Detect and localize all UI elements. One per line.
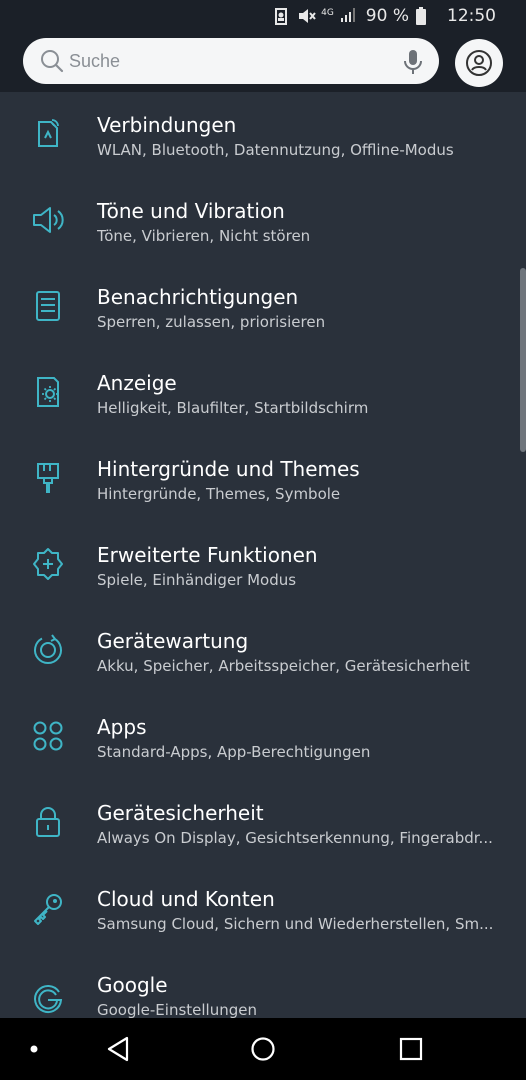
item-subtitle: Standard-Apps, App-Berechtigungen — [97, 743, 371, 761]
mute-icon — [297, 7, 316, 25]
item-subtitle: Google-Einstellungen — [97, 1001, 257, 1018]
navigation-bar — [0, 1018, 526, 1080]
item-title: Benachrichtigungen — [97, 285, 299, 309]
microphone-icon[interactable] — [403, 49, 423, 75]
brush-icon — [30, 460, 66, 496]
search-icon — [41, 50, 64, 73]
search-input[interactable]: Suche — [23, 38, 439, 84]
battery-percent: 90 % — [365, 6, 409, 26]
item-title: Anzeige — [97, 371, 177, 395]
account-icon — [466, 50, 492, 76]
settings-list: Verbindungen WLAN, Bluetooth, Datennutzu… — [0, 92, 526, 1018]
nav-dot-icon[interactable] — [24, 1018, 44, 1080]
settings-item-cloud-accounts[interactable]: Cloud und Konten Samsung Cloud, Sichern … — [0, 866, 526, 952]
key-icon — [30, 890, 66, 926]
signal-icon — [340, 7, 358, 25]
item-subtitle: Töne, Vibrieren, Nicht stören — [97, 227, 311, 245]
settings-item-device-care[interactable]: Gerätewartung Akku, Speicher, Arbeitsspe… — [0, 608, 526, 694]
notifications-icon — [30, 288, 66, 324]
advanced-features-icon — [30, 546, 66, 582]
settings-item-themes[interactable]: Hintergründe und Themes Hintergründe, Th… — [0, 436, 526, 522]
status-bar: 4G 90 % 12:50 — [0, 0, 526, 32]
item-title: Cloud und Konten — [97, 887, 275, 911]
google-icon — [30, 980, 66, 1016]
network-type: 4G — [321, 7, 334, 18]
settings-item-apps[interactable]: Apps Standard-Apps, App-Berechtigungen — [0, 694, 526, 780]
recents-icon[interactable] — [393, 1018, 429, 1080]
item-subtitle: Samsung Cloud, Sichern und Wiederherstel… — [97, 915, 494, 933]
search-placeholder: Suche — [69, 50, 121, 71]
item-subtitle: Hintergründe, Themes, Symbole — [97, 485, 341, 503]
clock: 12:50 — [447, 6, 496, 26]
item-subtitle: WLAN, Bluetooth, Datennutzung, Offline-M… — [97, 141, 454, 159]
back-icon[interactable] — [100, 1018, 136, 1080]
item-subtitle: Always On Display, Gesichtserkennung, Fi… — [97, 829, 493, 847]
settings-item-display[interactable]: Anzeige Helligkeit, Blaufilter, Startbil… — [0, 350, 526, 436]
search-header: Suche — [0, 32, 526, 92]
lock-icon — [30, 804, 66, 840]
item-subtitle: Akku, Speicher, Arbeitsspeicher, Gerätes… — [97, 657, 470, 675]
profile-button[interactable] — [455, 39, 503, 87]
item-title: Verbindungen — [97, 113, 237, 137]
settings-item-security[interactable]: Gerätesicherheit Always On Display, Gesi… — [0, 780, 526, 866]
display-icon — [30, 374, 66, 410]
settings-item-connections[interactable]: Verbindungen WLAN, Bluetooth, Datennutzu… — [0, 92, 526, 178]
item-subtitle: Spiele, Einhändiger Modus — [97, 571, 297, 589]
item-subtitle: Helligkeit, Blaufilter, Startbildschirm — [97, 399, 369, 417]
connections-icon — [30, 116, 66, 152]
settings-item-notifications[interactable]: Benachrichtigungen Sperren, zulassen, pr… — [0, 264, 526, 350]
settings-item-sounds[interactable]: Töne und Vibration Töne, Vibrieren, Nich… — [0, 178, 526, 264]
settings-item-advanced[interactable]: Erweiterte Funktionen Spiele, Einhändige… — [0, 522, 526, 608]
item-title: Google — [97, 973, 168, 997]
item-title: Gerätesicherheit — [97, 801, 264, 825]
item-title: Töne und Vibration — [97, 199, 285, 223]
item-title: Hintergründe und Themes — [97, 457, 360, 481]
save-data-icon — [273, 7, 291, 25]
item-subtitle: Sperren, zulassen, priorisieren — [97, 313, 326, 331]
item-title: Erweiterte Funktionen — [97, 543, 318, 567]
scrollbar[interactable] — [520, 268, 526, 452]
device-care-icon — [30, 632, 66, 668]
speaker-icon — [30, 202, 66, 238]
settings-screen: 4G 90 % 12:50 Suche Verbindungen WLAN, B… — [0, 0, 526, 1080]
settings-item-google[interactable]: Google Google-Einstellungen — [0, 952, 526, 1018]
apps-icon — [30, 718, 66, 754]
home-icon[interactable] — [245, 1018, 281, 1080]
item-title: Gerätewartung — [97, 629, 249, 653]
item-title: Apps — [97, 715, 147, 739]
battery-icon — [415, 7, 433, 25]
